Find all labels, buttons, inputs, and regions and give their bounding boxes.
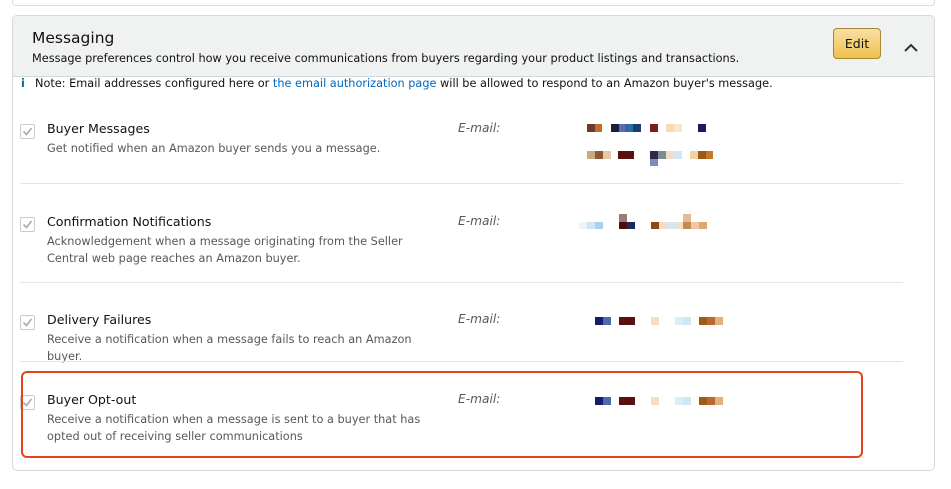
- checkbox-confirmation-notifications[interactable]: [20, 217, 35, 232]
- note-prefix: Note: Email addresses configured here or: [35, 77, 273, 90]
- panel-header: Messaging Message preferences control ho…: [13, 16, 934, 77]
- check-icon: [22, 127, 33, 136]
- section-subtitle: Message preferences control how you rece…: [32, 52, 740, 65]
- preference-description: Acknowledgement when a message originati…: [47, 235, 403, 265]
- note-suffix: will be allowed to respond to an Amazon …: [436, 77, 773, 90]
- highlight-box: [21, 371, 863, 458]
- check-icon: [22, 318, 33, 327]
- check-icon: [22, 220, 33, 229]
- email-authorization-link[interactable]: the email authorization page: [273, 77, 437, 90]
- checkbox-buyer-messages[interactable]: [20, 124, 35, 139]
- email-label: E-mail:: [458, 312, 501, 326]
- info-icon: i: [21, 77, 25, 90]
- section-title: Messaging: [32, 29, 115, 47]
- edit-button[interactable]: Edit: [833, 28, 881, 59]
- preference-description: Get notified when an Amazon buyer sends …: [47, 142, 381, 155]
- email-label: E-mail:: [458, 214, 501, 228]
- preference-name: Confirmation Notifications: [47, 214, 212, 229]
- email-note: i Note: Email addresses configured here o…: [21, 77, 773, 90]
- row-divider: [20, 282, 903, 283]
- chevron-up-icon[interactable]: [901, 40, 921, 54]
- email-label: E-mail:: [458, 121, 501, 135]
- previous-panel-edge: [12, 0, 935, 6]
- row-divider: [20, 183, 903, 184]
- preference-row-delivery-failures: Delivery Failures Receive a notification…: [19, 312, 904, 363]
- checkbox-delivery-failures[interactable]: [20, 315, 35, 330]
- preference-name: Delivery Failures: [47, 312, 152, 327]
- row-divider: [20, 361, 903, 362]
- preference-description: Receive a notification when a message fa…: [47, 333, 412, 363]
- preference-name: Buyer Messages: [47, 121, 150, 136]
- preference-row-confirmation-notifications: Confirmation Notifications Acknowledgeme…: [19, 214, 904, 274]
- preference-row-buyer-messages: Buyer Messages Get notified when an Amaz…: [19, 121, 904, 171]
